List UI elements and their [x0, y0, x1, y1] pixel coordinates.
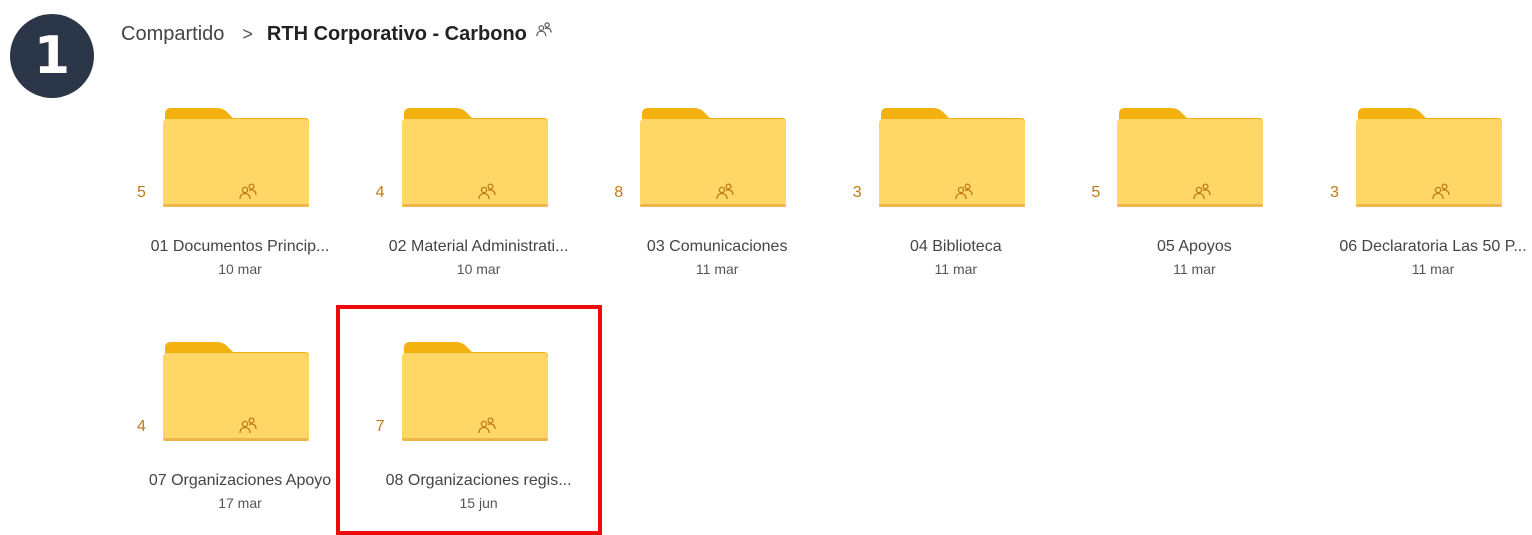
people-icon [716, 183, 734, 200]
folder-icon [401, 108, 548, 207]
people-icon [239, 417, 257, 434]
step-number-badge: 1 [10, 14, 94, 98]
folder-item-count: 3 [852, 184, 862, 201]
breadcrumb: Compartido > RTH Corporativo - Carbono [121, 20, 553, 48]
folder-name: 04 Biblioteca [909, 238, 1002, 255]
folder-tile-5[interactable]: 5 05 Apoyos 11 mar [1075, 106, 1313, 296]
folder-tile-4[interactable]: 3 04 Biblioteca 11 mar [837, 106, 1075, 296]
folder-tile-7[interactable]: 4 07 Organizaciones Apoyo 17 mar [121, 340, 359, 530]
folder-tile-3[interactable]: 8 03 Comunicaciones 11 mar [598, 106, 836, 296]
folder-tile-2[interactable]: 4 02 Material Administrati... 10 mar [360, 106, 598, 296]
folder-name: 02 Material Administrati... [388, 238, 569, 255]
folder-date: 11 mar [1411, 261, 1455, 277]
folder-icon [640, 108, 787, 207]
folder-date: 10 mar [456, 261, 501, 277]
folder-item-count: 8 [614, 184, 624, 201]
people-icon [239, 183, 257, 200]
people-icon [1193, 183, 1212, 200]
folder-name: 05 Apoyos [1157, 238, 1232, 255]
folder-icon [1117, 108, 1264, 207]
people-icon [955, 183, 973, 200]
folder-name: 06 Declaratoria Las 50 P... [1339, 238, 1527, 255]
folder-icon [163, 108, 309, 207]
folder-name: 07 Organizaciones Apoyo [148, 472, 332, 489]
folder-item-count: 5 [137, 184, 146, 201]
folder-tile-6[interactable]: 3 06 Declaratoria Las 50 P... 11 mar [1314, 106, 1532, 296]
breadcrumb-root-link[interactable]: Compartido [121, 23, 224, 46]
folder-date: 11 mar [1173, 261, 1216, 277]
people-icon [477, 183, 496, 200]
folder-item-count: 4 [375, 184, 385, 201]
folder-icon [163, 342, 309, 441]
folder-date: 11 mar [695, 261, 739, 277]
breadcrumb-separator: > [242, 23, 253, 44]
folder-item-count: 4 [137, 418, 146, 435]
folder-icon [1356, 108, 1502, 207]
highlight-box [336, 305, 602, 535]
people-icon [536, 22, 552, 37]
folder-date: 17 mar [218, 495, 262, 511]
people-icon [1432, 183, 1450, 200]
folder-item-count: 5 [1091, 184, 1101, 201]
breadcrumb-current-folder: RTH Corporativo - Carbono [266, 22, 527, 45]
folder-date: 10 mar [218, 261, 262, 277]
folder-item-count: 3 [1330, 184, 1339, 201]
folder-name: 01 Documentos Princip... [150, 238, 330, 255]
folder-tile-1[interactable]: 5 01 Documentos Princip... 10 mar [121, 106, 359, 296]
folder-icon [878, 108, 1025, 207]
folder-date: 11 mar [934, 261, 978, 277]
folder-name: 03 Comunicaciones [646, 238, 788, 255]
